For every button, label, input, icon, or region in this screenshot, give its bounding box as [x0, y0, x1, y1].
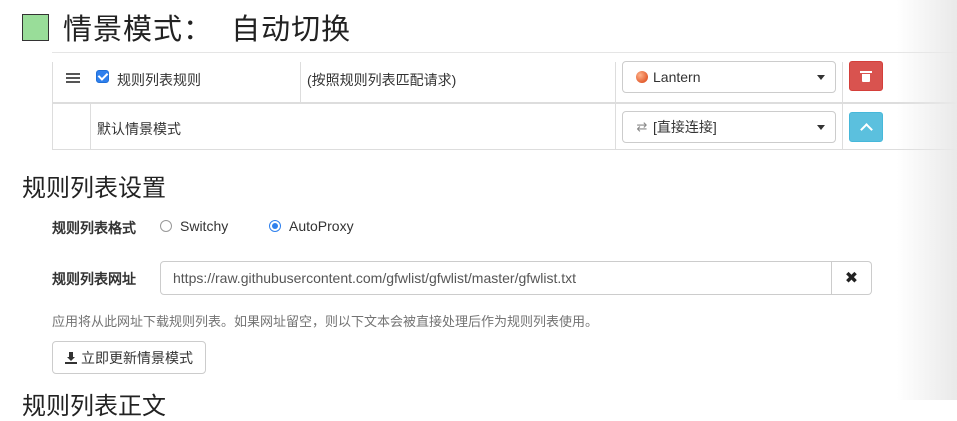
page-header: 情景模式： 自动切换	[22, 10, 351, 46]
format-option-label: Switchy	[180, 218, 229, 234]
download-icon	[65, 351, 77, 364]
format-option-switchy[interactable]: Switchy	[160, 218, 228, 234]
format-option-autoproxy[interactable]: AutoProxy	[269, 218, 354, 234]
chevron-up-icon	[859, 122, 873, 136]
table-row-rule-list: 规则列表规则 (按照规则列表匹配请求) Lantern	[52, 61, 957, 104]
move-up-button[interactable]	[849, 112, 883, 142]
rule-profile-value: Lantern	[653, 69, 701, 85]
rule-list-text-title: 规则列表正文	[22, 393, 166, 420]
rule-enabled-checkbox[interactable]	[96, 70, 109, 83]
format-option-label: AutoProxy	[289, 218, 354, 234]
url-label: 规则列表网址	[52, 271, 136, 287]
format-label: 规则列表格式	[52, 220, 136, 236]
trash-icon	[860, 70, 872, 82]
clear-url-button[interactable]: ✖	[832, 261, 872, 295]
update-profile-button[interactable]: 立即更新情景模式	[52, 341, 206, 374]
rule-list-url-input[interactable]	[160, 261, 832, 295]
default-profile-value: [直接连接]	[653, 119, 717, 135]
globe-icon	[635, 70, 649, 84]
radio-button-checked[interactable]	[269, 220, 281, 232]
radio-button[interactable]	[160, 220, 172, 232]
direct-connect-icon: ⇄	[636, 119, 648, 134]
default-profile-select[interactable]: ⇄ [直接连接]	[622, 111, 836, 143]
list-icon[interactable]	[66, 71, 80, 85]
rule-name: 规则列表规则	[117, 72, 201, 88]
update-profile-label: 立即更新情景模式	[81, 349, 193, 366]
rule-profile-select[interactable]: Lantern	[622, 61, 836, 93]
caret-down-icon	[817, 125, 825, 130]
table-top-border	[52, 52, 957, 53]
close-icon: ✖	[844, 270, 859, 287]
rule-list-url-group: ✖	[160, 261, 872, 295]
default-profile-label: 默认情景模式	[97, 121, 181, 137]
profile-color-swatch[interactable]	[22, 13, 49, 41]
table-row-default-profile: 默认情景模式 ⇄ [直接连接]	[52, 104, 957, 150]
caret-down-icon	[817, 75, 825, 80]
rule-description: (按照规则列表匹配请求)	[307, 72, 457, 88]
rule-list-settings-title: 规则列表设置	[22, 175, 166, 202]
delete-rule-button[interactable]	[849, 61, 883, 91]
page-title: 情景模式： 自动切换	[63, 14, 352, 46]
url-help-text: 应用将从此网址下载规则列表。如果网址留空，则以下文本会被直接处理后作为规则列表使…	[52, 314, 599, 329]
